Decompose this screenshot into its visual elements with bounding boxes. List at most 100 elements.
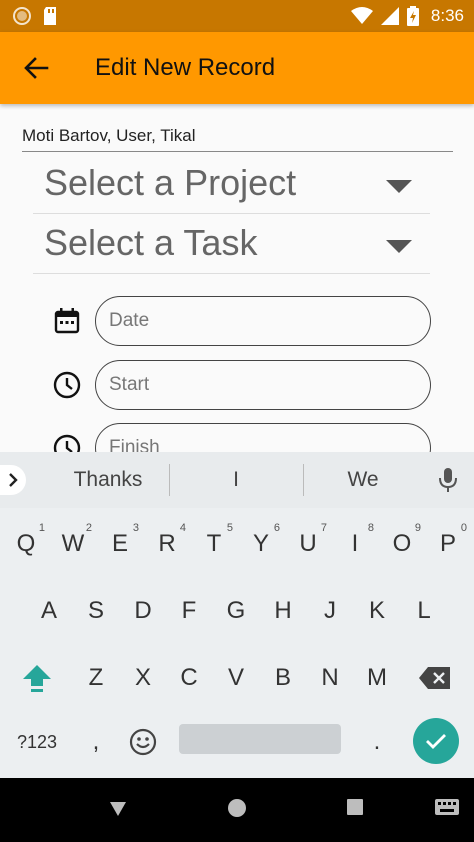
- key-hint: 8: [367, 522, 374, 534]
- nav-recents-button[interactable]: [346, 798, 364, 816]
- period-key[interactable]: .: [354, 714, 400, 770]
- project-dropdown-label: Select a Project: [44, 162, 297, 203]
- key-label: P: [439, 530, 456, 557]
- key-p[interactable]: P0: [425, 516, 471, 572]
- key-l[interactable]: L: [401, 583, 447, 639]
- emoji-icon: [129, 728, 157, 756]
- wifi-icon: [350, 7, 373, 24]
- status-left: [12, 6, 58, 26]
- suggestion-divider: [169, 464, 170, 496]
- dropdown-arrow-icon: [386, 180, 412, 193]
- key-hint: 6: [273, 522, 280, 534]
- key-f[interactable]: F: [166, 583, 212, 639]
- calendar-icon: [54, 308, 80, 334]
- key-k[interactable]: K: [354, 583, 400, 639]
- key-hint: 7: [320, 522, 327, 534]
- suggestion-2[interactable]: I: [176, 468, 296, 492]
- key-hint: 0: [460, 522, 467, 534]
- arrow-back-icon: [24, 57, 49, 79]
- key-g[interactable]: G: [213, 583, 259, 639]
- key-label: I: [351, 530, 359, 557]
- recents-square-icon: [347, 799, 363, 815]
- chevron-right-icon: [9, 473, 18, 487]
- suggestion-3[interactable]: We: [303, 468, 423, 492]
- key-label: W: [61, 530, 85, 557]
- key-j[interactable]: J: [307, 583, 353, 639]
- shift-key[interactable]: [14, 650, 60, 706]
- key-r[interactable]: R4: [144, 516, 190, 572]
- key-t[interactable]: T5: [191, 516, 237, 572]
- comma-key[interactable]: ,: [73, 714, 119, 770]
- nav-home-button[interactable]: [227, 798, 247, 818]
- status-right: 8:36: [350, 0, 464, 32]
- key-i[interactable]: I8: [332, 516, 378, 572]
- date-field[interactable]: Date: [95, 296, 431, 346]
- task-dropdown[interactable]: Select a Task: [33, 220, 430, 274]
- home-circle-icon: [228, 799, 246, 817]
- symbols-key[interactable]: ?123: [14, 714, 60, 770]
- back-button[interactable]: [14, 46, 58, 90]
- emoji-key[interactable]: [120, 714, 166, 770]
- key-b[interactable]: B: [260, 650, 306, 706]
- sd-card-icon: [44, 7, 56, 25]
- start-row: Start: [50, 360, 435, 410]
- space-key[interactable]: [179, 724, 341, 754]
- key-e[interactable]: E3: [97, 516, 143, 572]
- key-label: E: [111, 530, 128, 557]
- backspace-icon: [419, 667, 450, 689]
- nav-back-button[interactable]: [108, 798, 128, 818]
- expand-suggestions-button[interactable]: [0, 465, 26, 495]
- key-hint: 3: [132, 522, 139, 534]
- user-info-field[interactable]: Moti Bartov, User, Tikal: [22, 126, 453, 152]
- key-hint: 1: [38, 522, 45, 534]
- key-label: O: [392, 530, 412, 557]
- notification-dot-icon: [13, 7, 31, 25]
- system-nav-bar: [0, 778, 474, 842]
- battery-charging-icon: [406, 6, 419, 26]
- key-hint: 2: [85, 522, 92, 534]
- key-label: R: [158, 530, 176, 557]
- key-z[interactable]: Z: [73, 650, 119, 706]
- key-label: T: [206, 530, 222, 557]
- project-dropdown[interactable]: Select a Project: [33, 160, 430, 214]
- start-field[interactable]: Start: [95, 360, 431, 410]
- key-x[interactable]: X: [120, 650, 166, 706]
- key-h[interactable]: H: [260, 583, 306, 639]
- key-u[interactable]: U7: [285, 516, 331, 572]
- microphone-icon[interactable]: [436, 466, 460, 494]
- status-time: 8:36: [430, 6, 464, 25]
- clock-icon: [53, 371, 81, 399]
- suggestion-1[interactable]: Thanks: [48, 468, 168, 492]
- key-m[interactable]: M: [354, 650, 400, 706]
- key-c[interactable]: C: [166, 650, 212, 706]
- key-w[interactable]: W2: [50, 516, 96, 572]
- key-hint: 4: [179, 522, 186, 534]
- nav-keyboard-button[interactable]: [434, 798, 460, 818]
- soft-keyboard: Thanks I We Q1 W2 E3 R4 T5 Y6 U7 I8 O9 P…: [0, 452, 474, 778]
- signal-icon: [380, 7, 399, 25]
- key-a[interactable]: A: [26, 583, 72, 639]
- key-label: U: [299, 530, 317, 557]
- page-title: Edit New Record: [95, 54, 276, 81]
- key-v[interactable]: V: [213, 650, 259, 706]
- check-icon: [426, 734, 446, 749]
- shift-icon: [23, 665, 51, 692]
- key-hint: 5: [226, 522, 233, 534]
- dropdown-arrow-icon: [386, 240, 412, 253]
- key-s[interactable]: S: [73, 583, 119, 639]
- app-bar: Edit New Record: [0, 32, 474, 104]
- date-row: Date: [50, 296, 435, 346]
- key-label: Q: [16, 530, 36, 557]
- key-o[interactable]: O9: [379, 516, 425, 572]
- task-dropdown-label: Select a Task: [44, 222, 258, 263]
- key-q[interactable]: Q1: [3, 516, 49, 572]
- status-bar: 8:36: [0, 0, 474, 32]
- backspace-key[interactable]: [412, 650, 458, 706]
- triangle-back-icon: [110, 802, 126, 816]
- key-y[interactable]: Y6: [238, 516, 284, 572]
- enter-key[interactable]: [413, 718, 459, 764]
- key-n[interactable]: N: [307, 650, 353, 706]
- suggestion-bar: Thanks I We: [0, 452, 474, 508]
- screen: 8:36 Edit New Record Moti Bartov, User, …: [0, 0, 474, 842]
- key-d[interactable]: D: [120, 583, 166, 639]
